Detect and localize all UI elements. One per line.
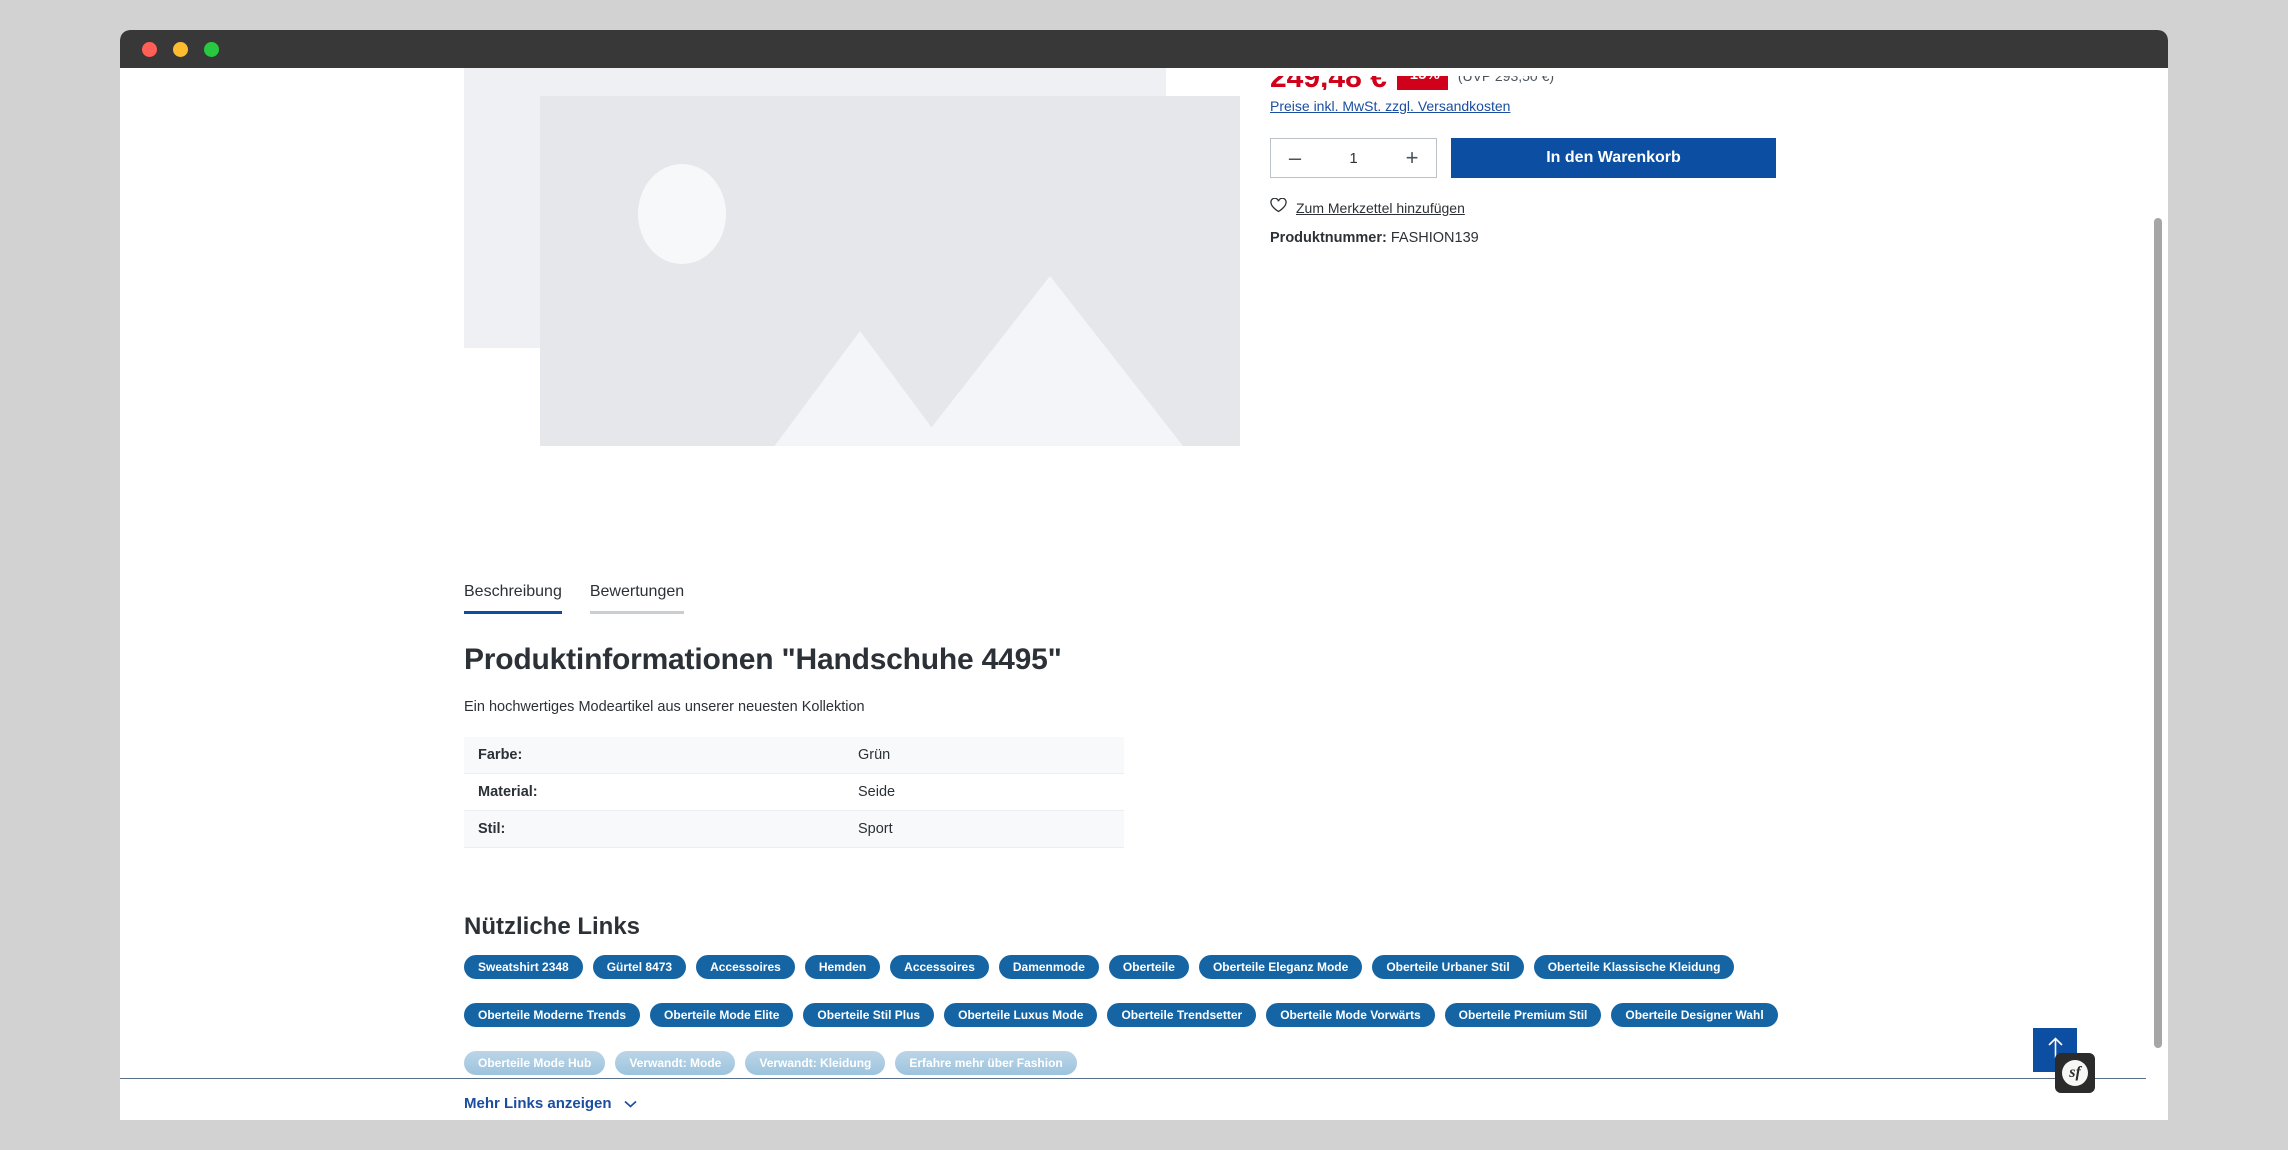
property-key: Material:	[464, 773, 844, 811]
tab-beschreibung[interactable]: Beschreibung	[464, 583, 562, 614]
browser-window: 249,48 € -15% (UVP 293,50 €) Preise inkl. …	[120, 30, 2168, 1120]
more-links-label: Mehr Links anzeigen	[464, 1095, 612, 1112]
useful-link-tag[interactable]: Hemden	[804, 955, 881, 979]
useful-link-tag[interactable]: Oberteile Luxus Mode	[944, 1003, 1098, 1027]
discount-badge: -15%	[1396, 76, 1448, 90]
symfony-profiler-badge[interactable]: sf	[2055, 1053, 2095, 1093]
browser-viewport: 249,48 € -15% (UVP 293,50 €) Preise inkl. …	[120, 68, 2168, 1120]
tag-row-faded: Oberteile Mode Hub Verwandt: Mode Verwandt…	[464, 1051, 1964, 1085]
close-window-button[interactable]	[142, 41, 157, 57]
more-links-button[interactable]: Mehr Links anzeigen	[464, 1095, 637, 1112]
tag-row-primary: Sweatshirt 2348 Gürtel 8473 Accessoires Hem…	[464, 955, 1964, 989]
heart-icon	[1270, 197, 1287, 218]
scrollbar-thumb[interactable]	[2154, 218, 2162, 1048]
useful-link-tag[interactable]: Oberteile Stil Plus	[803, 1003, 935, 1027]
product-tabs: Beschreibung Bewertungen	[464, 583, 685, 614]
useful-link-tag[interactable]: Damenmode	[998, 955, 1099, 979]
wishlist-link[interactable]: Zum Merkzettel hinzufügen	[1296, 200, 1465, 216]
chevron-down-icon	[623, 1095, 637, 1112]
product-number-label: Produktnummer:	[1270, 230, 1387, 246]
page-title: Produktinformationen "Handschuhe 4495"	[464, 643, 1062, 676]
property-key: Farbe:	[464, 737, 844, 774]
window-titlebar	[120, 30, 2168, 68]
property-key: Stil:	[464, 810, 844, 848]
placeholder-sun-icon	[638, 164, 726, 264]
useful-link-tag[interactable]: Erfahre mehr über Fashion	[895, 1051, 1077, 1075]
add-to-cart-button[interactable]: In den Warenkorb	[1451, 138, 1776, 178]
description-text: Ein hochwertiges Modeartikel aus unserer…	[464, 699, 865, 715]
price-line: 249,48 € -15% (UVP 293,50 €)	[1270, 76, 1830, 90]
product-properties-table: Farbe: Grün Material: Seide Stil: Sport	[464, 737, 1124, 848]
product-number: Produktnummer: FASHION139	[1270, 230, 1830, 246]
page-content: 249,48 € -15% (UVP 293,50 €) Preise inkl. …	[120, 68, 2146, 1120]
product-image-placeholder	[540, 96, 1240, 446]
useful-link-tag[interactable]: Oberteile Premium Stil	[1444, 1003, 1602, 1027]
useful-link-tag[interactable]: Oberteile Mode Elite	[650, 1003, 794, 1027]
tag-row-secondary: Oberteile Moderne Trends Oberteile Mode E…	[464, 1003, 1964, 1037]
useful-link-tag[interactable]: Oberteile Eleganz Mode	[1198, 955, 1363, 979]
maximize-window-button[interactable]	[204, 41, 219, 57]
quantity-stepper[interactable]: – 1 +	[1270, 138, 1437, 178]
list-price-note: (UVP 293,50 €)	[1457, 76, 1555, 84]
price-row: 249,48 € -15% (UVP 293,50 €)	[1270, 76, 1554, 90]
useful-link-tag[interactable]: Oberteile	[1108, 955, 1189, 979]
useful-links-section: Nützliche Links Sweatshirt 2348 Gürtel 84…	[464, 913, 1964, 1113]
vertical-scrollbar[interactable]	[2146, 68, 2168, 1120]
product-number-value: FASHION139	[1390, 230, 1479, 246]
useful-link-tag[interactable]: Oberteile Mode Vorwärts	[1266, 1003, 1435, 1027]
useful-link-tag[interactable]: Accessoires	[696, 955, 795, 979]
property-value: Sport	[844, 810, 1124, 848]
product-detail-top: 249,48 € -15% (UVP 293,50 €) Preise inkl. …	[120, 68, 2146, 488]
minimize-window-button[interactable]	[173, 41, 188, 57]
wishlist-row[interactable]: Zum Merkzettel hinzufügen	[1270, 197, 1830, 218]
useful-link-tag[interactable]: Gürtel 8473	[592, 955, 687, 979]
useful-link-tag[interactable]: Accessoires	[890, 955, 989, 979]
product-price: 249,48 €	[1270, 76, 1387, 90]
description-panel: Produktinformationen "Handschuhe 4495" E…	[464, 643, 1864, 848]
useful-link-tag[interactable]: Verwandt: Kleidung	[745, 1051, 886, 1075]
useful-link-tag[interactable]: Oberteile Mode Hub	[464, 1051, 606, 1075]
useful-links-title: Nützliche Links	[464, 913, 641, 940]
useful-link-tag[interactable]: Oberteile Urbaner Stil	[1372, 955, 1524, 979]
buy-box: 249,48 € -15% (UVP 293,50 €) Preise inkl. …	[1270, 76, 1830, 246]
table-row: Material: Seide	[464, 773, 1124, 811]
quantity-decrease-button[interactable]: –	[1271, 139, 1319, 177]
property-value: Seide	[844, 773, 1124, 811]
table-row: Farbe: Grün	[464, 737, 1124, 774]
placeholder-mountain-small-icon	[730, 331, 990, 446]
symfony-logo-icon: sf	[2062, 1060, 2088, 1086]
useful-link-tag[interactable]: Oberteile Designer Wahl	[1611, 1003, 1778, 1027]
table-row: Stil: Sport	[464, 810, 1124, 848]
footer-divider	[120, 1078, 2146, 1079]
useful-link-tag[interactable]: Oberteile Moderne Trends	[464, 1003, 641, 1027]
useful-link-tag[interactable]: Sweatshirt 2348	[464, 955, 583, 979]
product-gallery[interactable]	[464, 68, 1240, 458]
quantity-input[interactable]: 1	[1319, 150, 1388, 167]
quantity-increase-button[interactable]: +	[1388, 139, 1436, 177]
useful-link-tag[interactable]: Verwandt: Mode	[615, 1051, 736, 1075]
cart-row: – 1 + In den Warenkorb	[1270, 138, 1830, 178]
tab-bewertungen[interactable]: Bewertungen	[589, 583, 685, 614]
useful-link-tag[interactable]: Oberteile Trendsetter	[1107, 1003, 1257, 1027]
tax-shipping-note-link[interactable]: Preise inkl. MwSt. zzgl. Versandkosten	[1270, 98, 1830, 114]
property-value: Grün	[844, 737, 1124, 774]
useful-link-tag[interactable]: Oberteile Klassische Kleidung	[1533, 955, 1735, 979]
